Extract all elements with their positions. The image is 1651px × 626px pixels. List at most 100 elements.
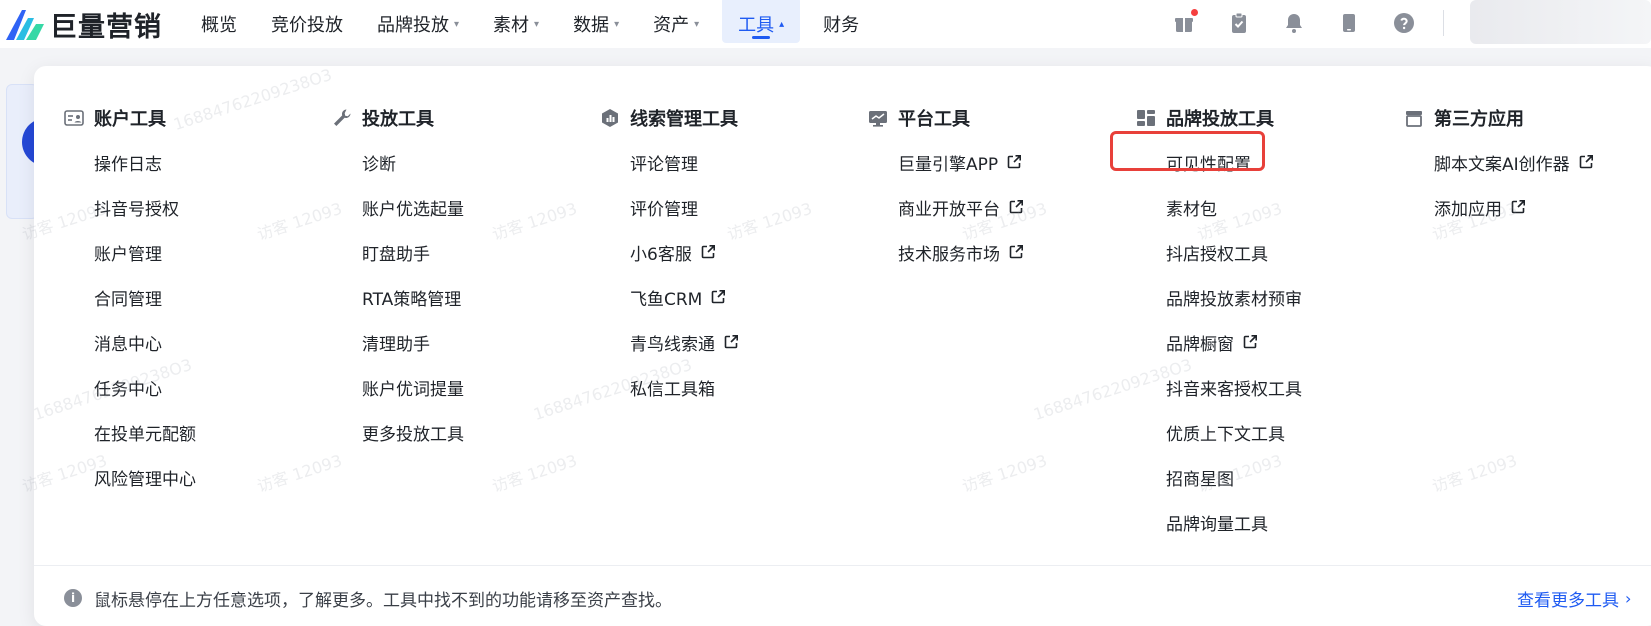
nav-overview[interactable]: 概览 [190,7,248,41]
menu-item-label: 操作日志 [94,154,162,175]
column-leads-tools: 线索管理工具 评论管理 评价管理 小6客服 飞鱼CRM 青鸟线索通 私信工具箱 [600,104,739,402]
external-link-icon [1007,155,1022,169]
menu-item-account-management[interactable]: 账户管理 [64,237,196,267]
menu-item-label: 抖音号授权 [94,199,179,220]
menu-item-tech-market[interactable]: 技术服务市场 [868,237,1024,267]
brand-logo[interactable]: 巨量营销 [4,6,162,43]
menu-item-label: 诊断 [362,154,396,175]
external-link-icon [701,245,715,259]
gift-icon[interactable] [1172,9,1198,35]
menu-item-label: 品牌询量工具 [1166,514,1268,535]
nav-finance[interactable]: 财务 [812,7,870,41]
menu-item-laike-auth[interactable]: 抖音来客授权工具 [1136,372,1302,402]
bell-icon[interactable] [1282,11,1306,35]
nav-bidding[interactable]: 竞价投放 [260,7,354,41]
menu-item-rta-strategy[interactable]: RTA策略管理 [332,282,464,312]
menu-item-open-platform[interactable]: 商业开放平台 [868,192,1024,222]
nav-label: 工具 [738,15,775,36]
menu-item-message-center[interactable]: 消息中心 [64,327,196,357]
menu-item-customer-service[interactable]: 小6客服 [600,237,739,267]
column-account-tools: 账户工具 操作日志 抖音号授权 账户管理 合同管理 消息中心 任务中心 在投单元… [64,104,196,492]
menu-item-qingniao-leads[interactable]: 青鸟线索通 [600,327,739,357]
nav-label: 财务 [823,15,860,36]
tools-dropdown: 账户工具 操作日志 抖音号授权 账户管理 合同管理 消息中心 任务中心 在投单元… [34,66,1651,626]
menu-item-label: 清理助手 [362,334,430,355]
menu-item-task-center[interactable]: 任务中心 [64,372,196,402]
clipboard-check-icon[interactable] [1227,11,1251,35]
menu-item-unit-quota[interactable]: 在投单元配额 [64,417,196,447]
column-platform-tools: 平台工具 巨量引擎APP 商业开放平台 技术服务市场 [868,104,1024,267]
menu-item-douyin-store-auth[interactable]: 抖店授权工具 [1136,237,1302,267]
column-header: 平台工具 [868,104,1024,132]
tablet-icon[interactable] [1337,11,1361,35]
header-actions [1172,8,1447,38]
menu-item-more-ad-tools[interactable]: 更多投放工具 [332,417,464,447]
menu-item-label: 账户优词提量 [362,379,464,400]
column-title: 品牌投放工具 [1166,109,1274,130]
nav-label: 素材 [493,15,530,36]
view-more-label: 查看更多工具 [1517,590,1619,611]
menu-item-label: 素材包 [1166,199,1217,220]
external-link-icon [1579,155,1593,169]
menu-item-context-tool[interactable]: 优质上下文工具 [1136,417,1302,447]
notification-dot [1191,9,1198,16]
column-ad-tools: 投放工具 诊断 账户优选起量 盯盘助手 RTA策略管理 清理助手 账户优词提量 … [332,104,464,447]
menu-item-label: 飞鱼CRM [630,289,703,310]
menu-item-monitor-assistant[interactable]: 盯盘助手 [332,237,464,267]
menu-item-feiyu-crm[interactable]: 飞鱼CRM [600,282,739,312]
menu-item-investment-star[interactable]: 招商星图 [1136,462,1302,492]
menu-item-label: 脚本文案AI创作器 [1434,154,1570,175]
nav-assets[interactable]: 资产 ▾ [642,7,710,41]
menu-item-brand-inquiry[interactable]: 品牌询量工具 [1136,507,1302,537]
menu-item-risk-center[interactable]: 风险管理中心 [64,462,196,492]
menu-item-label: 巨量引擎APP [898,154,999,175]
chevron-right-icon: › [1625,588,1632,608]
menu-item-material-prereview[interactable]: 品牌投放素材预审 [1136,282,1302,312]
account-info[interactable] [1470,0,1651,44]
menu-item-label: 评论管理 [630,154,698,175]
help-icon[interactable] [1392,11,1416,35]
column-header: 投放工具 [332,104,464,132]
nav-label: 数据 [573,15,610,36]
menu-item-label: 更多投放工具 [362,424,464,445]
caret-down-icon: ▾ [534,18,540,30]
menu-item-label: 消息中心 [94,334,162,355]
menu-item-ai-script-writer[interactable]: 脚本文案AI创作器 [1404,147,1594,177]
menu-item-dm-toolbox[interactable]: 私信工具箱 [600,372,739,402]
menu-item-diagnosis[interactable]: 诊断 [332,147,464,177]
menu-item-label: 账户管理 [94,244,162,265]
menu-item-brand-showcase[interactable]: 品牌橱窗 [1136,327,1302,357]
main-nav: 概览 竞价投放 品牌投放 ▾ 素材 ▾ 数据 ▾ 资产 ▾ 工具 ▴ 财务 [190,0,882,43]
caret-up-icon: ▴ [779,18,785,30]
footer-hint: 鼠标悬停在上方任意选项，了解更多。工具中找不到的功能请移至资产查找。 [94,590,672,611]
nav-tools[interactable]: 工具 ▴ [722,0,801,43]
menu-item-douyin-auth[interactable]: 抖音号授权 [64,192,196,222]
menu-item-cleanup-assistant[interactable]: 清理助手 [332,327,464,357]
menu-item-label: 商业开放平台 [898,199,1000,220]
menu-item-label: 添加应用 [1434,199,1502,220]
menu-item-comment-management[interactable]: 评论管理 [600,147,739,177]
nav-brand-ads[interactable]: 品牌投放 ▾ [366,7,470,41]
footer-divider [34,565,1651,566]
menu-item-account-boost[interactable]: 账户优选起量 [332,192,464,222]
menu-item-add-app[interactable]: 添加应用 [1404,192,1594,222]
menu-item-label: 抖店授权工具 [1166,244,1268,265]
menu-item-label: 青鸟线索通 [630,334,715,355]
menu-item-ocean-engine-app[interactable]: 巨量引擎APP [868,147,1024,177]
nav-materials[interactable]: 素材 ▾ [482,7,550,41]
menu-item-label: 盯盘助手 [362,244,430,265]
column-header: 品牌投放工具 [1136,104,1302,132]
menu-item-material-pack[interactable]: 素材包 [1136,192,1302,222]
view-more-tools-link[interactable]: 查看更多工具 › [1517,585,1631,611]
external-link-icon [1511,200,1525,214]
menu-item-keyword-boost[interactable]: 账户优词提量 [332,372,464,402]
menu-item-operation-log[interactable]: 操作日志 [64,147,196,177]
menu-item-label: RTA策略管理 [362,289,462,310]
nav-data[interactable]: 数据 ▾ [562,7,630,41]
menu-item-label: 招商星图 [1166,469,1234,490]
menu-item-review-management[interactable]: 评价管理 [600,192,739,222]
column-title: 投放工具 [362,109,434,130]
leads-icon [600,108,620,128]
menu-item-label: 评价管理 [630,199,698,220]
menu-item-contract-management[interactable]: 合同管理 [64,282,196,312]
